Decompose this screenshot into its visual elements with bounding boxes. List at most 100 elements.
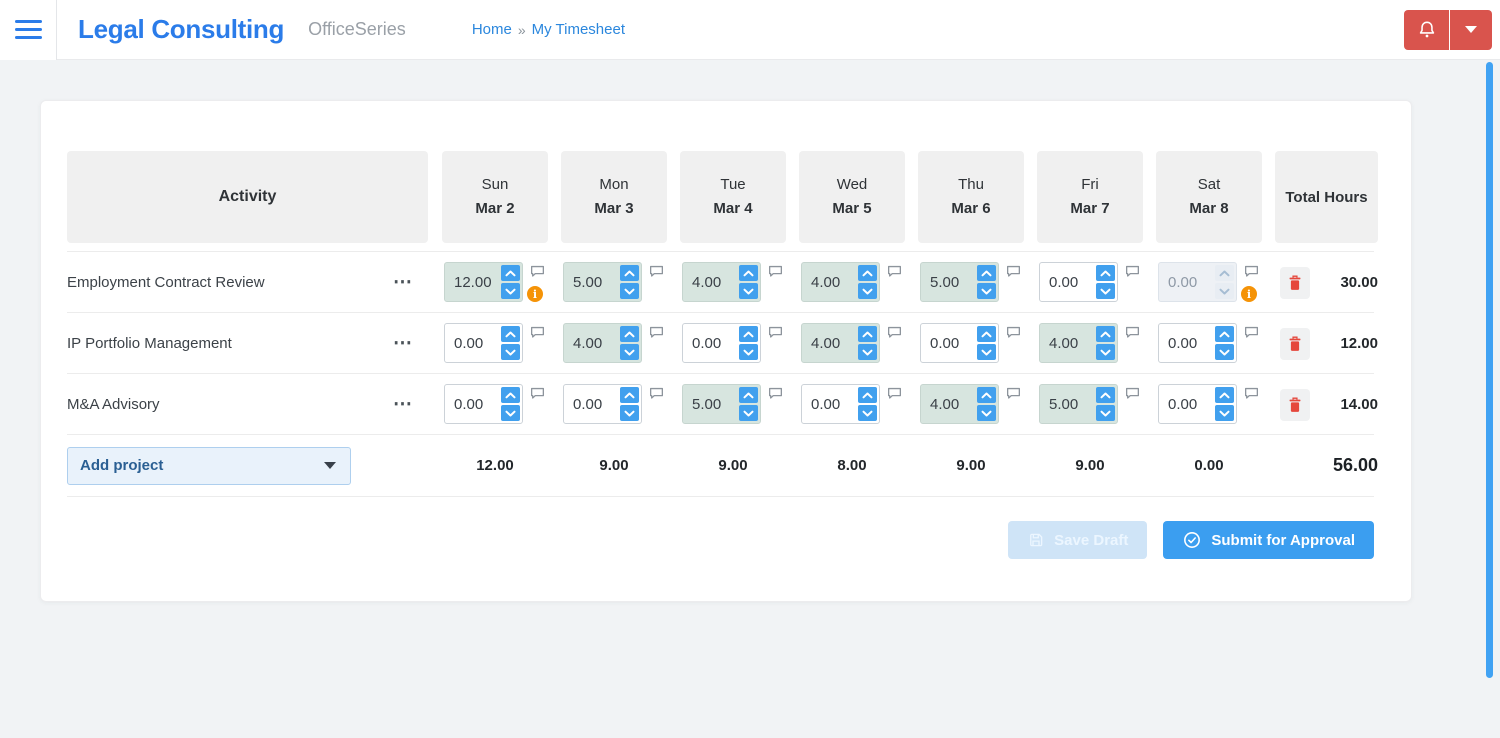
- comment-bubble-icon[interactable]: [768, 265, 783, 278]
- comment-bubble-icon[interactable]: [1125, 265, 1140, 278]
- hours-value[interactable]: [445, 274, 497, 291]
- decrement-icon[interactable]: [620, 283, 639, 299]
- breadcrumb-current-link[interactable]: My Timesheet: [532, 21, 625, 38]
- hours-value[interactable]: [683, 335, 735, 352]
- delete-row-button[interactable]: [1280, 267, 1310, 299]
- hours-input[interactable]: [1039, 384, 1118, 424]
- row-options-icon[interactable]: ⋯: [393, 273, 414, 292]
- hours-input[interactable]: [801, 323, 880, 363]
- comment-bubble-icon[interactable]: [530, 326, 545, 339]
- hours-input[interactable]: [1039, 262, 1118, 302]
- increment-icon[interactable]: [1215, 326, 1234, 342]
- hours-value[interactable]: [1040, 335, 1092, 352]
- comment-bubble-icon[interactable]: [530, 387, 545, 400]
- increment-icon[interactable]: [739, 387, 758, 403]
- comment-bubble-icon[interactable]: [1125, 387, 1140, 400]
- comment-bubble-icon[interactable]: [887, 265, 902, 278]
- hours-input[interactable]: [563, 262, 642, 302]
- delete-row-button[interactable]: [1280, 328, 1310, 360]
- decrement-icon[interactable]: [1096, 283, 1115, 299]
- hours-input[interactable]: [1039, 323, 1118, 363]
- submit-for-approval-button[interactable]: Submit for Approval: [1163, 521, 1374, 559]
- comment-bubble-icon[interactable]: [649, 265, 664, 278]
- decrement-icon[interactable]: [501, 344, 520, 360]
- hours-value[interactable]: [683, 274, 735, 291]
- decrement-icon[interactable]: [739, 405, 758, 421]
- scrollbar-thumb[interactable]: [1486, 62, 1493, 678]
- increment-icon[interactable]: [739, 326, 758, 342]
- increment-icon[interactable]: [620, 387, 639, 403]
- comment-bubble-icon[interactable]: [649, 387, 664, 400]
- decrement-icon[interactable]: [858, 283, 877, 299]
- comment-bubble-icon[interactable]: [1125, 326, 1140, 339]
- hours-input[interactable]: [920, 262, 999, 302]
- comment-bubble-icon[interactable]: [887, 326, 902, 339]
- decrement-icon[interactable]: [1096, 405, 1115, 421]
- increment-icon[interactable]: [1096, 326, 1115, 342]
- hours-input[interactable]: [563, 323, 642, 363]
- hamburger-menu-icon[interactable]: [0, 0, 57, 60]
- breadcrumb-home-link[interactable]: Home: [472, 21, 512, 38]
- hours-value[interactable]: [921, 396, 973, 413]
- increment-icon[interactable]: [501, 387, 520, 403]
- hours-input[interactable]: [444, 384, 523, 424]
- hours-value[interactable]: [802, 274, 854, 291]
- decrement-icon[interactable]: [1096, 344, 1115, 360]
- hours-input[interactable]: [920, 384, 999, 424]
- hours-input[interactable]: [682, 262, 761, 302]
- hours-input[interactable]: [682, 384, 761, 424]
- hours-input[interactable]: [444, 262, 523, 302]
- comment-bubble-icon[interactable]: [1006, 387, 1021, 400]
- comment-bubble-icon[interactable]: [887, 387, 902, 400]
- hours-value[interactable]: [802, 335, 854, 352]
- increment-icon[interactable]: [858, 326, 877, 342]
- hours-value[interactable]: [564, 274, 616, 291]
- comment-bubble-icon[interactable]: [1006, 265, 1021, 278]
- user-menu-button[interactable]: [1450, 10, 1492, 50]
- increment-icon[interactable]: [858, 265, 877, 281]
- comment-bubble-icon[interactable]: [1244, 387, 1259, 400]
- comment-bubble-icon[interactable]: [768, 326, 783, 339]
- hours-input[interactable]: [682, 323, 761, 363]
- decrement-icon[interactable]: [739, 344, 758, 360]
- increment-icon[interactable]: [1096, 265, 1115, 281]
- delete-row-button[interactable]: [1280, 389, 1310, 421]
- increment-icon[interactable]: [977, 387, 996, 403]
- increment-icon[interactable]: [501, 326, 520, 342]
- hours-value[interactable]: [802, 396, 854, 413]
- hours-value[interactable]: [921, 274, 973, 291]
- row-options-icon[interactable]: ⋯: [393, 334, 414, 353]
- hours-value[interactable]: [564, 335, 616, 352]
- hours-value[interactable]: [445, 335, 497, 352]
- increment-icon[interactable]: [1096, 387, 1115, 403]
- hours-input[interactable]: [444, 323, 523, 363]
- add-project-dropdown[interactable]: Add project: [67, 447, 351, 485]
- hours-value[interactable]: [1040, 396, 1092, 413]
- decrement-icon[interactable]: [1215, 405, 1234, 421]
- decrement-icon[interactable]: [501, 283, 520, 299]
- hours-value[interactable]: [445, 396, 497, 413]
- increment-icon[interactable]: [620, 326, 639, 342]
- comment-bubble-icon[interactable]: [1006, 326, 1021, 339]
- hours-value[interactable]: [564, 396, 616, 413]
- increment-icon[interactable]: [1215, 387, 1234, 403]
- increment-icon[interactable]: [501, 265, 520, 281]
- comment-bubble-icon[interactable]: [649, 326, 664, 339]
- hours-input[interactable]: [920, 323, 999, 363]
- decrement-icon[interactable]: [977, 283, 996, 299]
- hours-input[interactable]: [1158, 384, 1237, 424]
- hours-value[interactable]: [1159, 335, 1211, 352]
- comment-bubble-icon[interactable]: [1244, 265, 1259, 278]
- decrement-icon[interactable]: [977, 344, 996, 360]
- hours-value[interactable]: [683, 396, 735, 413]
- comment-bubble-icon[interactable]: [1244, 326, 1259, 339]
- decrement-icon[interactable]: [620, 344, 639, 360]
- decrement-icon[interactable]: [501, 405, 520, 421]
- comment-bubble-icon[interactable]: [768, 387, 783, 400]
- increment-icon[interactable]: [739, 265, 758, 281]
- increment-icon[interactable]: [977, 265, 996, 281]
- hours-value[interactable]: [1159, 396, 1211, 413]
- increment-icon[interactable]: [977, 326, 996, 342]
- decrement-icon[interactable]: [858, 405, 877, 421]
- decrement-icon[interactable]: [977, 405, 996, 421]
